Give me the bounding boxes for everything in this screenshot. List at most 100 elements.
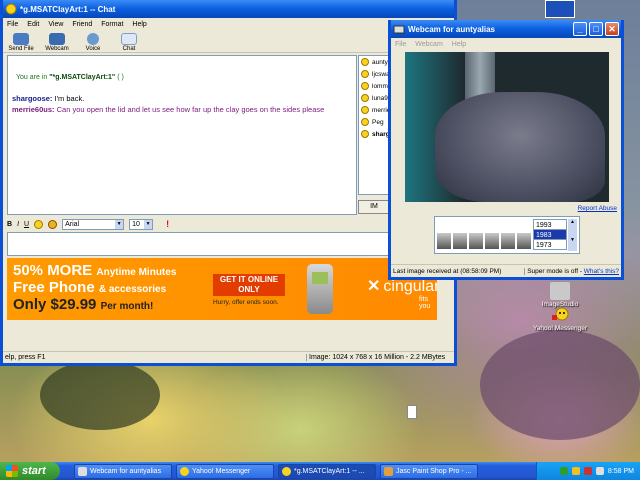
thumbnail[interactable]: [469, 233, 483, 249]
clock[interactable]: 8:58 PM: [608, 468, 634, 475]
taskbar-item-active[interactable]: *g.MSATClayArt:1 -- ...: [278, 463, 376, 479]
chat-transcript[interactable]: You are in "*g.MSATClayArt:1" ( ) shargo…: [7, 55, 357, 215]
start-button[interactable]: start: [0, 462, 60, 480]
phone-image: [307, 264, 333, 314]
message-user: merrie60us:: [12, 105, 55, 114]
tray-icon[interactable]: [583, 467, 592, 475]
ad-line-1-main: 50% MORE: [13, 262, 93, 279]
yahoo-messenger-icon: [180, 466, 189, 476]
font-select[interactable]: Arial ▼: [62, 218, 125, 230]
thumbnail[interactable]: [485, 233, 499, 249]
ad-line-3-main: Only $29.99: [13, 296, 97, 313]
taskbar-item[interactable]: Yahoo! Messenger: [176, 463, 274, 479]
taskbar-item-label: Jasc Paint Shop Pro - ...: [396, 467, 472, 475]
maximize-button[interactable]: □: [589, 22, 603, 36]
message-input[interactable]: [7, 232, 437, 256]
year-item[interactable]: 1973: [533, 239, 567, 250]
voice-button[interactable]: Voice: [79, 33, 107, 52]
user-list-item[interactable]: Peg: [359, 116, 389, 128]
super-mode-text: Super mode is off -: [527, 267, 582, 275]
menu-friend[interactable]: Friend: [72, 21, 92, 28]
tray-icon[interactable]: [559, 467, 568, 475]
taskbar-item-label: Yahoo! Messenger: [192, 467, 251, 475]
taskbar-item[interactable]: Jasc Paint Shop Pro - ...: [380, 463, 478, 479]
tray-icon[interactable]: [571, 467, 580, 475]
user-list-item[interactable]: lommor: [359, 80, 389, 92]
italic-button[interactable]: I: [17, 221, 19, 228]
user-list-item[interactable]: merrie6: [359, 104, 389, 116]
thumbnail[interactable]: [453, 233, 467, 249]
ad-line-3-sub: Per month!: [100, 301, 154, 312]
chat-menubar: File Edit View Friend Format Help: [3, 18, 454, 30]
chat-message: merrie60us: Can you open the lid and let…: [12, 104, 352, 115]
menu-view[interactable]: View: [48, 21, 63, 28]
document-icon: [407, 405, 417, 419]
ad-line-1: 50% MORE Anytime Minutes: [13, 262, 176, 279]
menu-help[interactable]: Help: [452, 41, 466, 48]
paint-shop-pro-icon: [384, 466, 393, 476]
thumbnail[interactable]: [437, 233, 451, 249]
year-scrollbar[interactable]: ▲ ▼: [568, 219, 577, 251]
font-size-select[interactable]: 10 ▼: [129, 218, 154, 230]
report-abuse-link[interactable]: Report Abuse: [578, 205, 617, 212]
chevron-down-icon: ▼: [115, 219, 124, 229]
underline-button[interactable]: U: [24, 221, 29, 228]
chevron-down-icon: ▼: [144, 219, 153, 229]
voice-label: Voice: [85, 46, 101, 52]
start-label: start: [22, 465, 46, 477]
cingular-ad-banner[interactable]: 50% MORE Anytime Minutes Free Phone & ac…: [7, 258, 437, 320]
year-list[interactable]: 1993 1983 1973: [533, 219, 567, 250]
menu-file[interactable]: File: [7, 21, 18, 28]
message-user: shargoose:: [12, 94, 53, 103]
minimize-button[interactable]: _: [573, 22, 587, 36]
webcam-button[interactable]: Webcam: [43, 33, 71, 52]
close-button[interactable]: ✕: [605, 22, 619, 36]
taskbar-item[interactable]: Webcam for auntyalias: [74, 463, 172, 479]
send-file-button[interactable]: Send File: [7, 33, 35, 52]
status-image-info: Image: 1024 x 768 x 16 Million - 2.2 MBy…: [306, 354, 454, 361]
menu-edit[interactable]: Edit: [27, 21, 39, 28]
user-list-item[interactable]: luna97: [359, 92, 389, 104]
thumbnail[interactable]: [501, 233, 515, 249]
webcam-menubar: File Webcam Help: [391, 38, 621, 50]
color-icon[interactable]: [48, 219, 58, 229]
thumbnail-images: [437, 233, 531, 249]
menu-file[interactable]: File: [395, 41, 406, 48]
chat-window-icon: [5, 3, 17, 15]
bold-button[interactable]: B: [7, 221, 12, 228]
smiley-icon: [361, 130, 369, 138]
whats-this-link[interactable]: What's this?: [584, 268, 619, 275]
smiley-icon: [361, 58, 369, 66]
menu-help[interactable]: Help: [132, 21, 146, 28]
message-text: I'm back.: [54, 94, 85, 103]
desktop-icon-document[interactable]: [392, 405, 432, 420]
chat-titlebar[interactable]: *g.MSATClayArt:1 -- Chat: [3, 0, 454, 18]
menu-webcam[interactable]: Webcam: [415, 41, 443, 48]
emoticon-icon[interactable]: [34, 219, 44, 229]
desktop-icon-yahoo-messenger[interactable]: Yahoo! Messenger: [532, 306, 588, 332]
volume-icon[interactable]: [595, 467, 604, 475]
format-toolbar: B I U Arial ▼ 10 ▼ !: [7, 217, 169, 231]
webcam-titlebar[interactable]: Webcam for auntyalias _ □ ✕: [391, 20, 621, 38]
smiley-icon: [361, 118, 369, 126]
ad-brand-tagline: fits you: [419, 296, 431, 310]
webcam-window: Webcam for auntyalias _ □ ✕ File Webcam …: [388, 20, 624, 280]
thumbnail[interactable]: [517, 233, 531, 249]
desktop-icon-imagestudio[interactable]: ImageStudio: [532, 282, 588, 308]
user-list-item[interactable]: auntyal: [359, 56, 389, 68]
microphone-icon: [87, 33, 99, 45]
last-image-time: Last image received at (08:58:09 PM): [393, 267, 502, 275]
imagestudio-icon: [550, 282, 570, 300]
im-button[interactable]: IM: [358, 200, 390, 214]
webcam-window-title: Webcam for auntyalias: [408, 24, 495, 34]
smiley-icon: [361, 82, 369, 90]
user-list-item[interactable]: ljcsward: [359, 68, 389, 80]
ad-cta-button[interactable]: GET IT ONLINE ONLY: [213, 274, 285, 296]
menu-format[interactable]: Format: [101, 21, 123, 28]
chat-button[interactable]: Chat: [115, 33, 143, 52]
user-list-item[interactable]: sharge: [359, 128, 389, 140]
send-file-icon: [13, 33, 29, 45]
taskbar-item-label: Webcam for auntyalias: [90, 467, 162, 475]
message-text: Can you open the lid and let us see how …: [56, 105, 325, 114]
alert-icon[interactable]: !: [166, 219, 169, 229]
